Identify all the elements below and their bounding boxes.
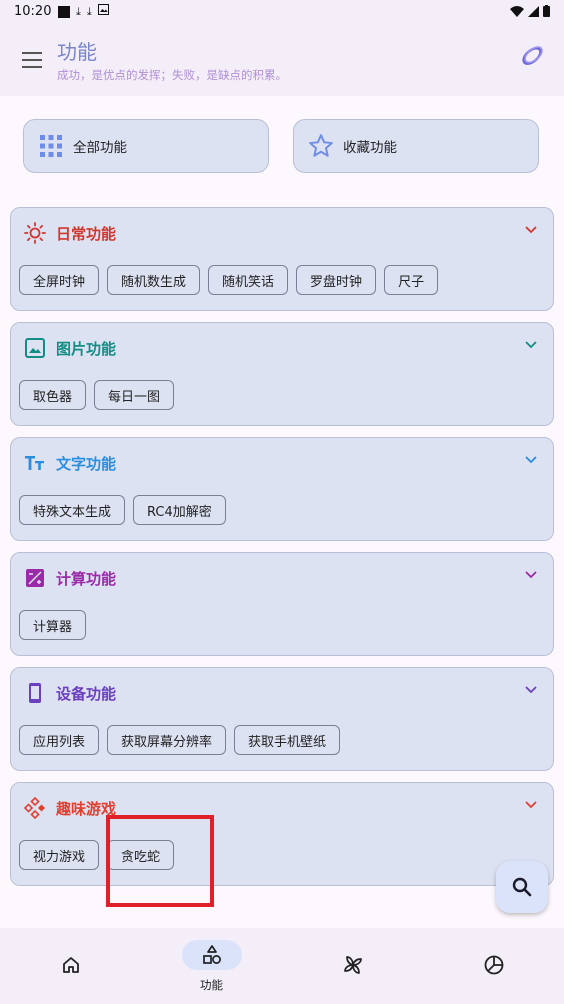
app-logo-icon[interactable] [520, 44, 544, 68]
chip-compass-clock[interactable]: 罗盘时钟 [296, 265, 377, 295]
menu-icon[interactable] [22, 52, 42, 68]
section-daily-header[interactable]: 日常功能 [11, 208, 553, 258]
chip-color-picker[interactable]: 取色器 [19, 380, 87, 410]
section-device: 设备功能 应用列表 获取屏幕分辨率 获取手机壁纸 [10, 667, 554, 771]
chip-vision-game[interactable]: 视力游戏 [19, 840, 100, 870]
nav-pinwheel[interactable] [282, 928, 423, 1004]
section-image: 图片功能 取色器 每日一图 [10, 322, 554, 426]
section-daily: 日常功能 全屏时钟 随机数生成 随机笑话 罗盘时钟 尺子 [10, 207, 554, 311]
chip-screen-resolution[interactable]: 获取屏幕分辨率 [107, 725, 227, 755]
favorite-functions-card[interactable]: 收藏功能 [293, 119, 539, 173]
download-icon: ⤓ [86, 4, 92, 18]
chip-rc4[interactable]: RC4加解密 [133, 495, 226, 525]
home-icon [62, 957, 79, 973]
section-games: 趣味游戏 视力游戏 贪吃蛇 [10, 782, 554, 886]
chip-daily-image[interactable]: 每日一图 [94, 380, 175, 410]
section-device-title: 设备功能 [56, 685, 117, 703]
chip-calculator[interactable]: 计算器 [19, 610, 87, 640]
chip-wallpaper[interactable]: 获取手机壁纸 [234, 725, 341, 755]
nav-home[interactable] [0, 928, 141, 1004]
chip-app-list[interactable]: 应用列表 [19, 725, 100, 755]
battery-icon [543, 5, 550, 17]
nav-stats[interactable] [423, 928, 564, 1004]
section-daily-title: 日常功能 [56, 225, 117, 243]
status-notification-icons: ⤓ ⤓ [58, 4, 109, 19]
wifi-icon [510, 5, 524, 17]
bottom-nav: 功能 [0, 928, 564, 1004]
section-device-header[interactable]: 设备功能 [11, 668, 553, 718]
status-system-icons [510, 5, 550, 17]
star-icon [308, 133, 334, 159]
chevron-down-icon[interactable] [525, 686, 537, 694]
signal-icon [528, 5, 539, 17]
chip-random-number[interactable]: 随机数生成 [107, 265, 201, 295]
section-text-header[interactable]: 文字功能 [11, 438, 553, 488]
chevron-down-icon[interactable] [525, 341, 537, 349]
chevron-down-icon[interactable] [525, 571, 537, 579]
chip-special-text[interactable]: 特殊文本生成 [19, 495, 126, 525]
page-subtitle: 成功，是优点的发挥；失败，是缺点的积累。 [57, 68, 287, 82]
search-icon [512, 877, 532, 897]
section-image-title: 图片功能 [56, 340, 117, 358]
text-size-icon [25, 456, 44, 470]
chevron-down-icon[interactable] [525, 226, 537, 234]
chevron-down-icon[interactable] [525, 801, 537, 809]
chevron-down-icon[interactable] [525, 456, 537, 464]
chip-random-joke[interactable]: 随机笑话 [208, 265, 289, 295]
chip-fullscreen-clock[interactable]: 全屏时钟 [19, 265, 100, 295]
shapes-icon [202, 945, 221, 964]
status-time: 10:20 [14, 4, 52, 19]
all-functions-label: 全部功能 [73, 140, 127, 156]
nav-functions[interactable]: 功能 [141, 928, 282, 1004]
all-functions-card[interactable]: 全部功能 [23, 119, 269, 173]
image-icon [25, 338, 45, 358]
status-bar: 10:20 ⤓ ⤓ [0, 0, 564, 24]
calculator-icon [26, 569, 44, 587]
download-icon: ⤓ [76, 4, 81, 18]
section-text: 文字功能 特殊文本生成 RC4加解密 [10, 437, 554, 541]
section-image-header[interactable]: 图片功能 [11, 323, 553, 373]
phone-icon [29, 683, 41, 703]
pinwheel-icon [343, 956, 362, 974]
section-calculation-header[interactable]: 计算功能 [11, 553, 553, 603]
section-calculation: 计算功能 计算器 [10, 552, 554, 656]
photo-notification-icon [97, 4, 109, 19]
favorite-functions-label: 收藏功能 [343, 140, 397, 156]
grid-icon [38, 133, 64, 159]
sun-icon [24, 222, 46, 244]
search-fab[interactable] [496, 861, 548, 913]
highlight-box [106, 815, 214, 907]
chip-ruler[interactable]: 尺子 [384, 265, 439, 295]
app-bar: 功能 成功，是优点的发挥；失败，是缺点的积累。 [0, 24, 564, 96]
nav-functions-label: 功能 [200, 978, 223, 992]
notification-square-icon [58, 5, 70, 18]
section-calculation-title: 计算功能 [56, 570, 117, 588]
pie-chart-icon [484, 955, 503, 975]
gamepad-icon [24, 797, 46, 819]
section-games-header[interactable]: 趣味游戏 [11, 783, 553, 833]
section-text-title: 文字功能 [56, 455, 117, 473]
page-title: 功能 [57, 40, 97, 64]
